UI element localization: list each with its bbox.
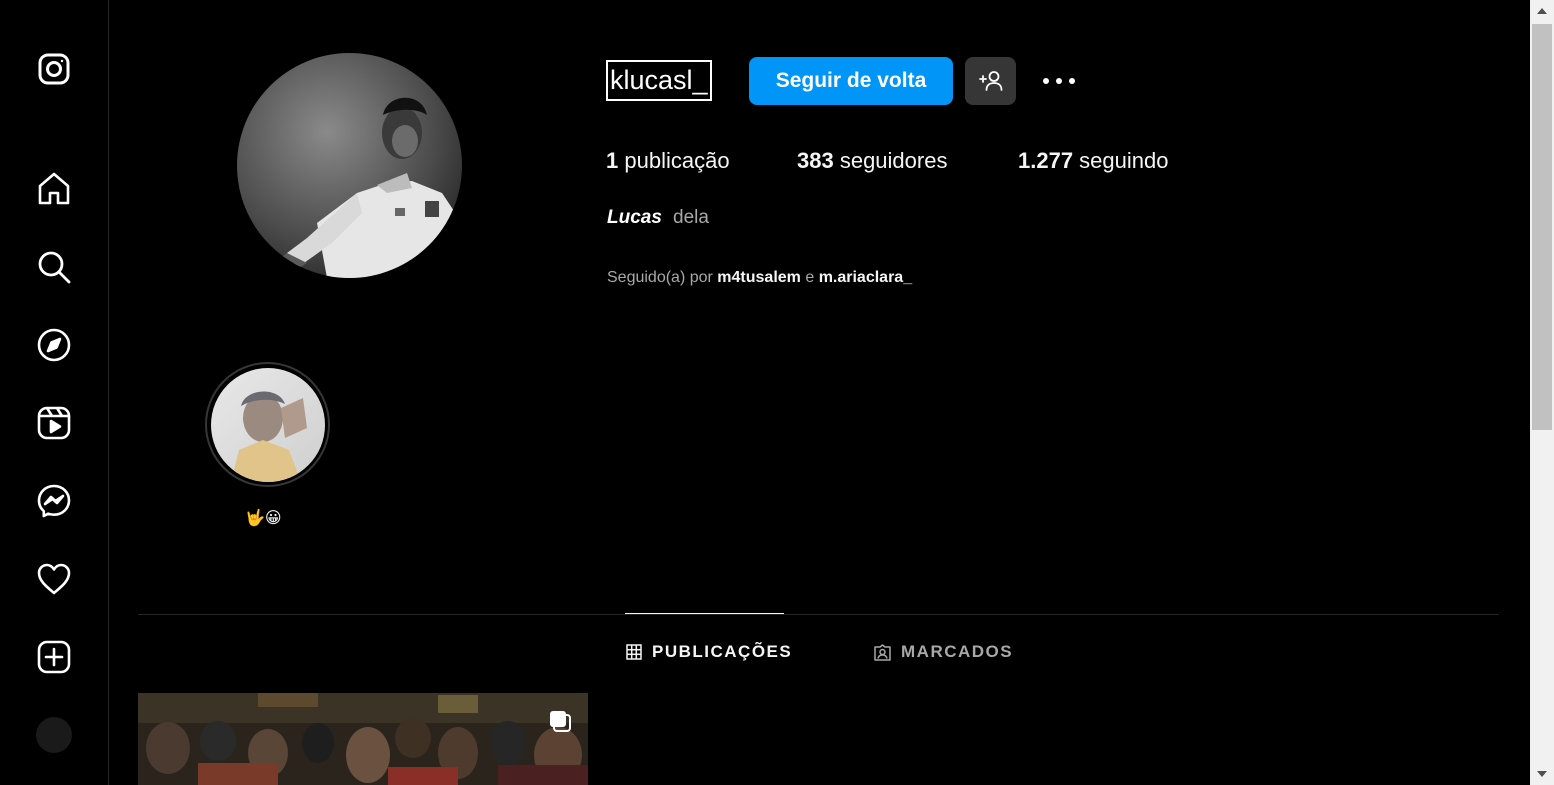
tabs-divider — [138, 614, 1499, 615]
story-highlight[interactable] — [205, 362, 330, 487]
more-horizontal-icon — [1043, 78, 1075, 84]
tagged-user-icon — [874, 643, 891, 661]
active-tab-indicator — [625, 613, 784, 614]
followed-by-user-2[interactable]: m.ariaclara_ — [819, 269, 912, 286]
followers-link[interactable]: 383 seguidores — [797, 148, 947, 174]
explore-icon[interactable] — [36, 327, 72, 363]
following-link[interactable]: 1.277 seguindo — [1018, 148, 1168, 174]
follow-back-button[interactable]: Seguir de volta — [749, 57, 953, 105]
posts-count-label: publicação — [618, 148, 730, 173]
sidebar — [0, 0, 109, 785]
posts-count: 1 publicação — [606, 148, 730, 174]
messenger-icon[interactable] — [36, 483, 72, 519]
tab-posts-label: PUBLICAÇÕES — [652, 642, 793, 661]
scroll-up-arrow[interactable] — [1537, 8, 1547, 14]
home-icon[interactable] — [36, 171, 72, 207]
reels-icon[interactable] — [36, 405, 72, 441]
tab-tagged[interactable]: MARCADOS — [874, 642, 1013, 662]
profile-pronouns: dela — [673, 207, 709, 228]
profile-username: klucasl_ — [606, 60, 712, 101]
profile-avatar[interactable] — [36, 717, 72, 753]
tab-posts[interactable]: PUBLICAÇÕES — [626, 642, 792, 662]
instagram-logo-icon[interactable] — [36, 51, 72, 87]
search-icon[interactable] — [36, 249, 72, 285]
story-highlight-cover — [210, 367, 325, 482]
add-user-icon — [978, 71, 1002, 91]
more-options-button[interactable] — [1037, 64, 1081, 98]
tab-tagged-label: MARCADOS — [901, 642, 1014, 661]
scroll-thumb[interactable] — [1532, 24, 1552, 430]
followers-count-value: 383 — [797, 148, 834, 173]
following-count-label: seguindo — [1073, 148, 1169, 173]
followed-by-conjunction: e — [800, 269, 819, 286]
posts-count-value: 1 — [606, 148, 619, 173]
grid-icon — [626, 644, 642, 660]
notifications-heart-icon[interactable] — [36, 561, 72, 597]
profile-full-name: Lucas — [607, 207, 662, 228]
scroll-down-arrow[interactable] — [1537, 771, 1547, 777]
followed-by[interactable]: Seguido(a) por m4tusalem e m.ariaclara_ — [607, 269, 912, 287]
following-count-value: 1.277 — [1018, 148, 1074, 173]
story-highlight-label: 🤟😀 — [245, 510, 282, 527]
page-scrollbar[interactable] — [1530, 0, 1554, 785]
carousel-icon — [548, 709, 572, 738]
suggested-users-button[interactable] — [965, 57, 1016, 105]
create-icon[interactable] — [36, 639, 72, 675]
post-thumbnail[interactable] — [138, 693, 588, 785]
profile-picture[interactable] — [237, 53, 462, 278]
followers-count-label: seguidores — [833, 148, 948, 173]
followed-by-user-1[interactable]: m4tusalem — [717, 269, 801, 286]
followed-by-prefix: Seguido(a) por — [607, 269, 718, 286]
